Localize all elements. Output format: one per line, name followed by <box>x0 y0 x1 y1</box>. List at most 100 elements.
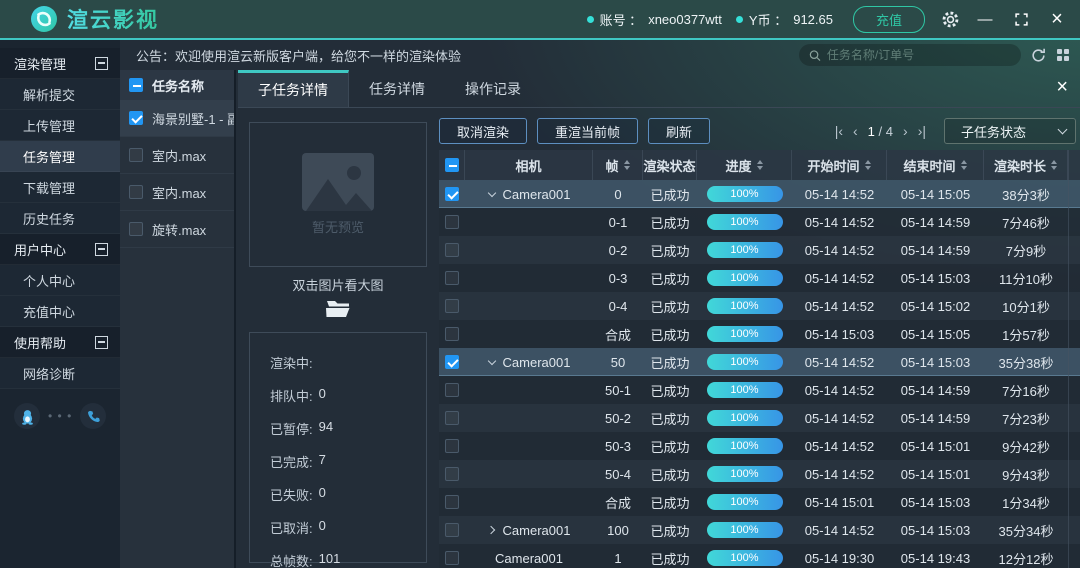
sidebar-item[interactable]: 充值中心 <box>0 296 120 327</box>
recharge-button[interactable]: 充值 <box>853 6 925 33</box>
table-header-cell[interactable]: 相机 <box>465 150 593 180</box>
table-row[interactable]: 合成 已成功 100% 05-14 15:03 05-14 15:05 1分57… <box>439 320 1080 348</box>
table-header-cell[interactable]: 开始时间 <box>792 150 887 180</box>
table-row[interactable]: 0-2 已成功 100% 05-14 14:52 05-14 14:59 7分9… <box>439 236 1080 264</box>
sort-icon[interactable] <box>624 160 630 170</box>
table-row[interactable]: 合成 已成功 100% 05-14 15:01 05-14 15:03 1分34… <box>439 488 1080 516</box>
apps-grid-icon[interactable] <box>1056 48 1070 62</box>
collapse-icon[interactable] <box>95 57 108 70</box>
status-cell: 已成功 <box>643 320 697 348</box>
table-row[interactable]: 50-2 已成功 100% 05-14 14:52 05-14 14:59 7分… <box>439 404 1080 432</box>
row-checkbox[interactable] <box>445 411 459 425</box>
detail-tab[interactable]: 任务详情 <box>349 70 445 107</box>
maximize-button[interactable] <box>1010 8 1032 30</box>
row-checkbox[interactable] <box>445 355 459 369</box>
search-box[interactable] <box>799 44 1021 66</box>
pagination-first[interactable]: |‹ <box>835 123 843 139</box>
detail-tab[interactable]: 子任务详情 <box>238 70 349 107</box>
table-row[interactable]: Camera001 100 已成功 100% 05-14 14:52 05-14… <box>439 516 1080 544</box>
table-row[interactable]: Camera001 0 已成功 100% 05-14 14:52 05-14 1… <box>439 180 1080 208</box>
table-row[interactable]: 0-4 已成功 100% 05-14 14:52 05-14 15:02 10分… <box>439 292 1080 320</box>
duration-cell: 10分1秒 <box>984 292 1068 320</box>
task-row[interactable]: 室内.max <box>120 174 234 211</box>
table-row[interactable]: Camera001 50 已成功 100% 05-14 14:52 05-14 … <box>439 348 1080 376</box>
sidebar-item[interactable]: 网络诊断 <box>0 358 120 389</box>
status-cell: 已成功 <box>643 404 697 432</box>
sidebar-group[interactable]: 用户中心 <box>0 234 120 265</box>
task-row[interactable]: 旋转.max <box>120 211 234 248</box>
settings-gear-icon[interactable] <box>941 10 960 29</box>
table-header-cell[interactable]: 结束时间 <box>887 150 984 180</box>
detail-close-icon[interactable]: × <box>1056 76 1068 99</box>
row-checkbox[interactable] <box>445 439 459 453</box>
subtask-status-dropdown[interactable]: 子任务状态 <box>944 118 1076 144</box>
row-checkbox[interactable] <box>445 215 459 229</box>
sort-icon[interactable] <box>961 160 967 170</box>
table-header-cell[interactable]: 进度 <box>697 150 792 180</box>
collapse-icon[interactable] <box>95 243 108 256</box>
sidebar-group[interactable]: 使用帮助 <box>0 327 120 358</box>
expand-chevron-icon[interactable] <box>488 190 497 199</box>
preview-box[interactable]: 暂无预览 <box>249 122 427 267</box>
row-checkbox[interactable] <box>445 243 459 257</box>
table-header-cell[interactable]: 渲染状态 <box>643 150 697 180</box>
row-checkbox[interactable] <box>445 523 459 537</box>
sidebar-item[interactable]: 任务管理 <box>0 141 120 172</box>
task-checkbox[interactable] <box>129 222 143 236</box>
row-checkbox[interactable] <box>445 467 459 481</box>
row-checkbox[interactable] <box>445 299 459 313</box>
table-action-button[interactable]: 取消渲染 <box>439 118 527 144</box>
sidebar-group[interactable]: 渲染管理 <box>0 48 120 79</box>
table-row[interactable]: 50-3 已成功 100% 05-14 14:52 05-14 15:01 9分… <box>439 432 1080 460</box>
table-row[interactable]: 50-4 已成功 100% 05-14 14:52 05-14 15:01 9分… <box>439 460 1080 488</box>
expand-chevron-icon[interactable] <box>488 358 497 367</box>
table-row[interactable]: Camera001 1 已成功 100% 05-14 19:30 05-14 1… <box>439 544 1080 568</box>
sidebar-item[interactable]: 上传管理 <box>0 110 120 141</box>
table-header-cell[interactable]: 渲染时长 <box>984 150 1068 180</box>
pagination-next[interactable]: › <box>903 123 908 139</box>
pagination-prev[interactable]: ‹ <box>853 123 858 139</box>
select-all-tasks-checkbox[interactable] <box>129 78 143 92</box>
row-checkbox[interactable] <box>445 271 459 285</box>
select-all-rows-checkbox[interactable] <box>445 158 459 172</box>
table-row[interactable]: 0-3 已成功 100% 05-14 14:52 05-14 15:03 11分… <box>439 264 1080 292</box>
subtask-status-dropdown-label: 子任务状态 <box>961 122 1026 141</box>
refresh-icon[interactable] <box>1030 47 1047 64</box>
qq-icon[interactable] <box>14 403 40 429</box>
task-checkbox[interactable] <box>129 185 143 199</box>
table-row[interactable]: 0-1 已成功 100% 05-14 14:52 05-14 14:59 7分4… <box>439 208 1080 236</box>
close-button[interactable]: × <box>1046 8 1068 30</box>
collapse-icon[interactable] <box>95 336 108 349</box>
sort-icon[interactable] <box>1051 160 1057 170</box>
open-folder-icon[interactable] <box>249 298 427 318</box>
sidebar-item[interactable]: 解析提交 <box>0 79 120 110</box>
sort-icon[interactable] <box>865 160 871 170</box>
table-action-button[interactable]: 刷新 <box>648 118 710 144</box>
frame-cell: 0-3 <box>593 264 643 292</box>
expand-chevron-icon[interactable] <box>488 526 497 535</box>
phone-icon[interactable] <box>80 403 106 429</box>
table-row[interactable]: 50-1 已成功 100% 05-14 14:52 05-14 14:59 7分… <box>439 376 1080 404</box>
task-row[interactable]: 室内.max <box>120 137 234 174</box>
table-action-button[interactable]: 重渲当前帧 <box>537 118 638 144</box>
task-row[interactable]: 海景别墅-1 - 副本 <box>120 100 234 137</box>
row-checkbox[interactable] <box>445 187 459 201</box>
app-logo-icon <box>30 5 58 33</box>
sidebar-item[interactable]: 历史任务 <box>0 203 120 234</box>
row-checkbox[interactable] <box>445 327 459 341</box>
status-cell: 已成功 <box>643 516 697 544</box>
more-contacts-dots[interactable]: • • • <box>48 409 72 423</box>
row-checkbox[interactable] <box>445 551 459 565</box>
sort-icon[interactable] <box>757 160 763 170</box>
sidebar-item[interactable]: 下载管理 <box>0 172 120 203</box>
task-checkbox[interactable] <box>129 148 143 162</box>
search-input[interactable] <box>827 48 1011 62</box>
pagination-last[interactable]: ›| <box>918 123 926 139</box>
minimize-button[interactable]: — <box>974 8 996 30</box>
row-checkbox[interactable] <box>445 495 459 509</box>
table-header-cell[interactable]: 帧 <box>593 150 643 180</box>
sidebar-item[interactable]: 个人中心 <box>0 265 120 296</box>
detail-tab[interactable]: 操作记录 <box>445 70 541 107</box>
task-checkbox[interactable] <box>129 111 143 125</box>
row-checkbox[interactable] <box>445 383 459 397</box>
